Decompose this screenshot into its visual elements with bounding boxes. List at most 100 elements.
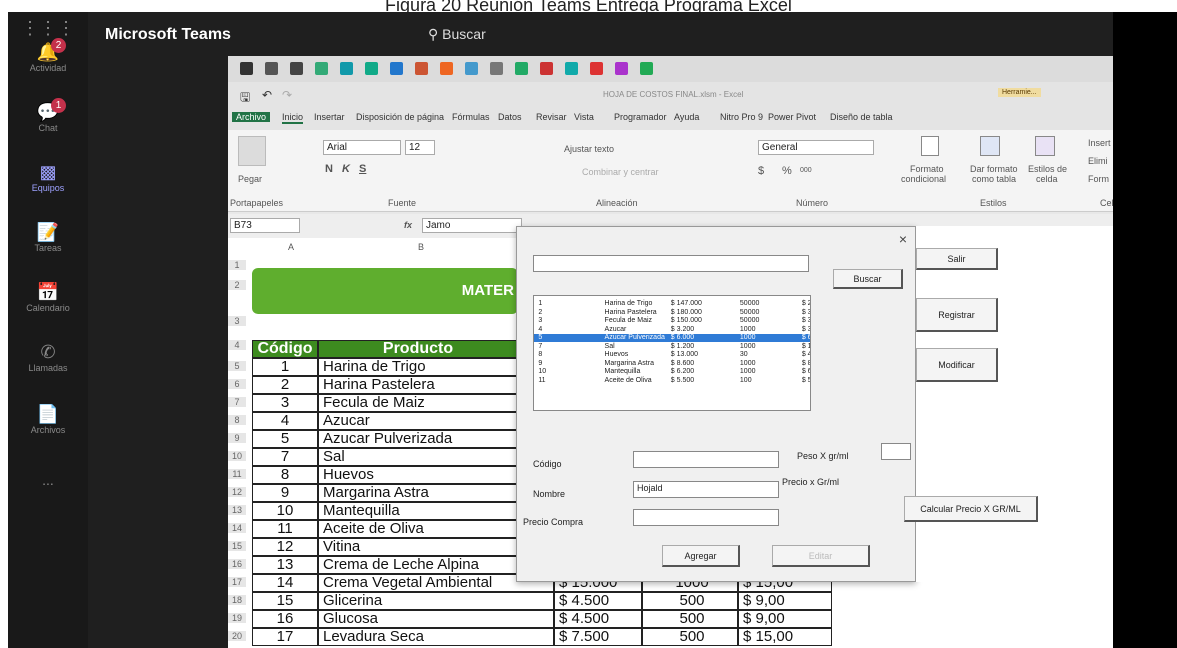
register-button[interactable]: Registrar (916, 298, 998, 332)
formula-input[interactable]: Jamo (422, 218, 522, 233)
qty-cell[interactable]: 500 (642, 628, 738, 646)
redo-icon[interactable]: ↷ (282, 88, 292, 102)
exit-button[interactable]: Salir (916, 248, 998, 270)
rail-item-2[interactable]: 💬 Chat 1 (8, 98, 88, 133)
rail-item-6[interactable]: ✆ Llamadas (8, 342, 88, 373)
taskbar-app-icon[interactable] (390, 62, 403, 75)
code-cell[interactable]: 5 (252, 430, 318, 448)
search-field[interactable] (533, 255, 809, 272)
row-header[interactable]: 13 (228, 505, 246, 515)
table-format-icon[interactable] (980, 136, 1000, 156)
taskbar-app-icon[interactable] (565, 62, 578, 75)
taskbar-app-icon[interactable] (640, 62, 653, 75)
format-cells-button[interactable]: Form (1088, 174, 1109, 184)
row-header[interactable]: 11 (228, 469, 246, 479)
number-format-select[interactable]: General (758, 140, 874, 155)
wrap-text-button[interactable]: Ajustar texto (564, 144, 614, 154)
taskbar-app-icon[interactable] (340, 62, 353, 75)
taskbar-app-icon[interactable] (265, 62, 278, 75)
column-header-a[interactable]: A (288, 242, 294, 252)
taskbar-app-icon[interactable] (590, 62, 603, 75)
code-cell[interactable]: 15 (252, 592, 318, 610)
code-field[interactable] (633, 451, 779, 468)
row-header[interactable]: 18 (228, 595, 246, 605)
cell-styles-icon[interactable] (1035, 136, 1055, 156)
ribbon-tab[interactable]: Inicio (282, 112, 304, 124)
list-item[interactable]: 8 Huevos $ 13.000 30 $ 433,33 (534, 351, 810, 359)
tool-tab[interactable]: Herramie... (998, 88, 1041, 97)
row-header[interactable]: 4 (228, 340, 246, 350)
row-header[interactable]: 20 (228, 631, 246, 641)
product-cell[interactable]: Glucosa (318, 610, 554, 628)
ribbon-tab[interactable]: Datos (498, 112, 522, 122)
row-header[interactable]: 10 (228, 451, 246, 461)
italic-button[interactable]: K (342, 163, 350, 175)
unit-cell[interactable]: $ 9,00 (738, 610, 832, 628)
save-icon[interactable]: 🖫 (240, 88, 250, 109)
ribbon-tab[interactable]: Nitro Pro 9 (720, 112, 763, 122)
row-header[interactable]: 6 (228, 379, 246, 389)
row-header[interactable]: 1 (228, 260, 246, 270)
code-cell[interactable]: 3 (252, 394, 318, 412)
taskbar-app-icon[interactable] (440, 62, 453, 75)
code-cell[interactable]: 1 (252, 358, 318, 376)
list-item[interactable]: 5 Azucar Pulverizada $ 6.000 1000 $ 6,00 (534, 334, 810, 342)
taskbar-app-icon[interactable] (465, 62, 478, 75)
ribbon-tab[interactable]: Disposición de página (356, 112, 444, 122)
row-header[interactable]: 2 (228, 280, 246, 290)
taskbar-app-icon[interactable] (240, 62, 253, 75)
code-cell[interactable]: 13 (252, 556, 318, 574)
ribbon-tab[interactable]: Programador (614, 112, 667, 122)
taskbar-app-icon[interactable] (540, 62, 553, 75)
product-cell[interactable]: Glicerina (318, 592, 554, 610)
list-item[interactable]: 1 Harina de Trigo $ 147.000 50000 $ 2,94 (534, 300, 810, 308)
qty-cell[interactable]: 500 (642, 610, 738, 628)
unit-cell[interactable]: $ 9,00 (738, 592, 832, 610)
buy-price-field[interactable] (633, 509, 779, 526)
qty-cell[interactable]: 500 (642, 592, 738, 610)
code-cell[interactable]: 10 (252, 502, 318, 520)
close-icon[interactable]: × (899, 231, 907, 247)
header-product[interactable]: Producto (318, 340, 518, 358)
merge-center-button[interactable]: Combinar y centrar (582, 167, 659, 177)
row-header[interactable]: 16 (228, 559, 246, 569)
list-item[interactable]: 7 Sal $ 1.200 1000 $ 1,20 (534, 343, 810, 351)
taskbar-app-icon[interactable] (490, 62, 503, 75)
row-header[interactable]: 3 (228, 316, 246, 326)
thousands-button[interactable]: 000 (800, 167, 812, 174)
ribbon-tab[interactable]: Vista (574, 112, 594, 122)
paste-icon[interactable] (238, 136, 266, 166)
ribbon-tab[interactable]: Fórmulas (452, 112, 490, 122)
font-name-select[interactable]: Arial (323, 140, 401, 155)
row-header[interactable]: 15 (228, 541, 246, 551)
rail-item-1[interactable]: 🔔 Actividad 2 (8, 38, 88, 73)
row-header[interactable]: 17 (228, 577, 246, 587)
row-header[interactable]: 14 (228, 523, 246, 533)
header-code[interactable]: Código (252, 340, 318, 358)
code-cell[interactable]: 7 (252, 448, 318, 466)
product-cell[interactable]: Levadura Seca (318, 628, 554, 646)
code-cell[interactable]: 2 (252, 376, 318, 394)
list-item[interactable]: 11 Aceite de Oliva $ 5.500 100 $ 55,00 (534, 377, 810, 385)
ribbon-tab[interactable]: Revisar (536, 112, 567, 122)
unit-cell[interactable]: $ 15,00 (738, 628, 832, 646)
calculate-price-button[interactable]: Calcular Precio X GR/ML (904, 496, 1038, 522)
list-item[interactable]: 4 Azucar $ 3.200 1000 $ 3,20 (534, 326, 810, 334)
rail-item-4[interactable]: 📝 Tareas (8, 222, 88, 253)
underline-button[interactable]: S (359, 163, 366, 175)
column-header-b[interactable]: B (418, 242, 424, 252)
list-item[interactable]: 2 Harina Pastelera $ 180.000 50000 $ 3,60 (534, 309, 810, 317)
search-box[interactable]: ⚲ Buscar (428, 26, 486, 43)
taskbar-app-icon[interactable] (365, 62, 378, 75)
taskbar-app-icon[interactable] (315, 62, 328, 75)
font-size-select[interactable]: 12 (405, 140, 435, 155)
search-button[interactable]: Buscar (833, 269, 903, 289)
insert-cells-button[interactable]: Insert (1088, 138, 1111, 148)
code-cell[interactable]: 4 (252, 412, 318, 430)
code-cell[interactable]: 12 (252, 538, 318, 556)
code-cell[interactable]: 17 (252, 628, 318, 646)
ribbon-tab[interactable]: Archivo (232, 112, 271, 122)
name-box[interactable]: B73 (230, 218, 300, 233)
more-apps-icon[interactable]: ... (8, 472, 88, 488)
row-header[interactable]: 7 (228, 397, 246, 407)
